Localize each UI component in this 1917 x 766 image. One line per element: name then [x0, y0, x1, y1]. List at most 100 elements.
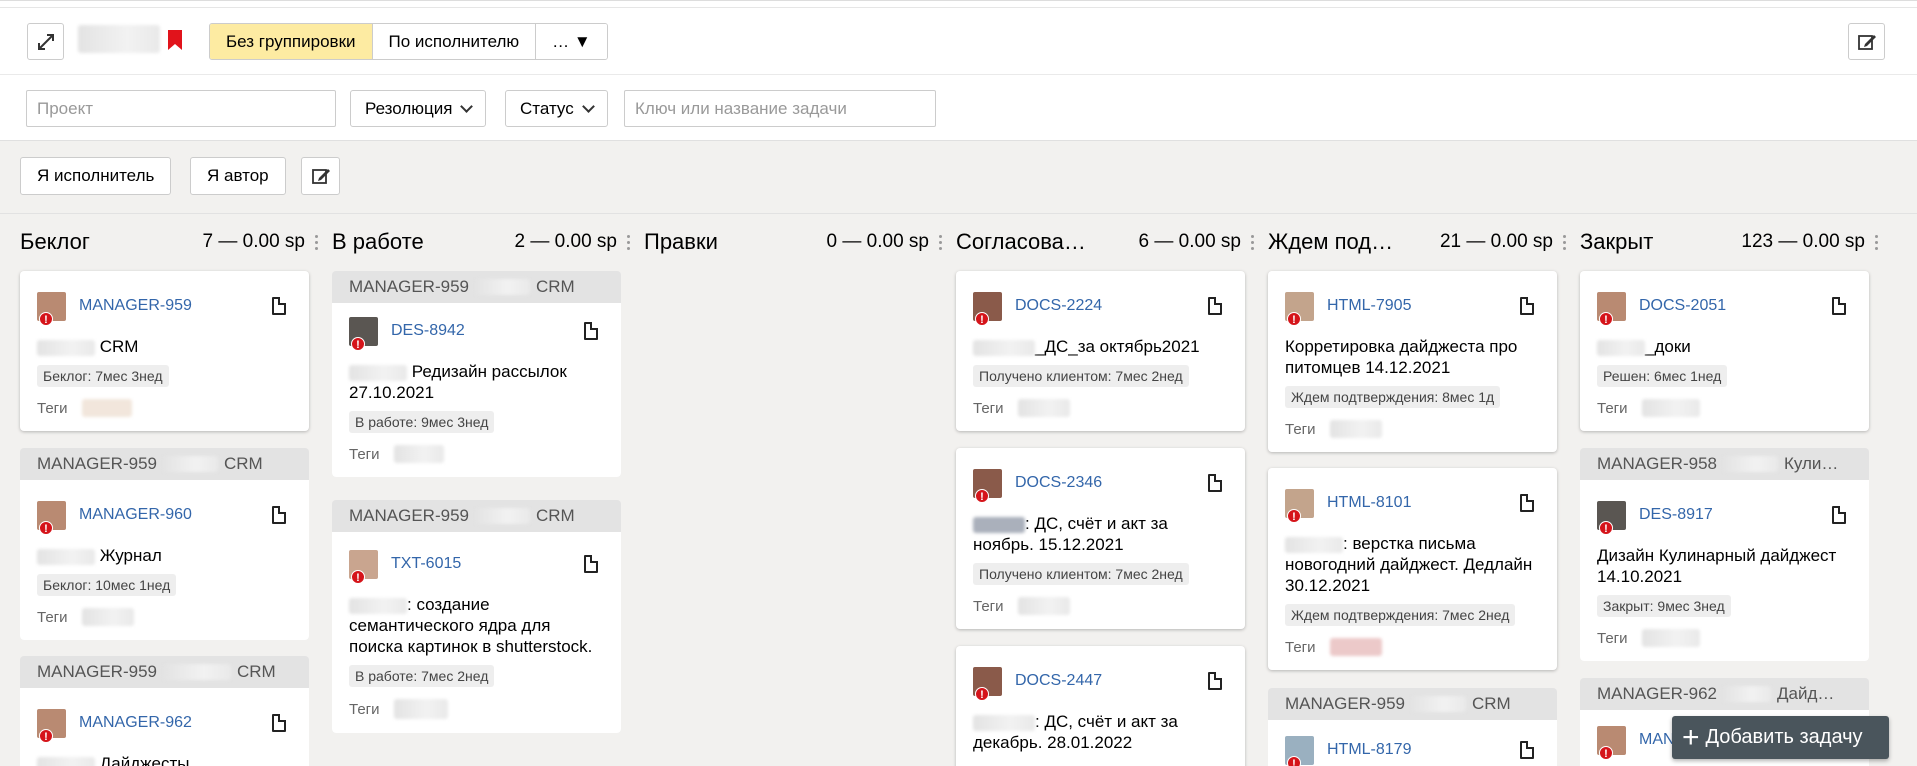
task-card[interactable]: ! HTML-8179 [1268, 720, 1557, 766]
task-card[interactable]: ! HTML-7905 Корретировка дайджеста про пи… [1268, 271, 1557, 452]
task-card[interactable]: ! TXT-6015 : создание семантического ядра… [332, 532, 621, 733]
document-icon[interactable] [1520, 494, 1534, 512]
task-card[interactable]: ! DOCS-2447 : ДС, счёт и акт за декабрь. … [956, 646, 1245, 766]
task-key[interactable]: DOCS-2346 [1015, 474, 1208, 492]
alert-icon: ! [351, 336, 365, 351]
document-icon[interactable] [1208, 672, 1222, 690]
more-vertical-icon[interactable] [315, 234, 318, 250]
task-card[interactable]: ! DOCS-2051 _доки Решен: 6мес 1нед Теги [1580, 271, 1869, 431]
tab-by-assignee[interactable]: По исполнителю [372, 24, 537, 59]
column-closed: Закрыт 123 — 0.00 sp ! DOCS-2051 _доки Ре… [1580, 214, 1892, 766]
group-header[interactable]: MANAGER-959 CRM [20, 656, 309, 688]
task-card[interactable]: ! DOCS-2224 _ДС_за октябрь2021 Получено к… [956, 271, 1245, 431]
group-card: MANAGER-959 CRM ! DES-8942 Редизайн рассыл… [332, 271, 621, 477]
alert-icon: ! [975, 488, 989, 503]
document-icon[interactable] [1520, 297, 1534, 315]
alert-icon: ! [1599, 520, 1613, 535]
bookmark-icon[interactable] [167, 29, 183, 51]
plus-icon: + [1682, 720, 1700, 754]
avatar: ! [349, 549, 378, 584]
group-header[interactable]: MANAGER-959 CRM [20, 448, 309, 480]
filter-bar: Проект Резолюция Статус Ключ или названи… [0, 74, 1917, 141]
tags-row: Теги [956, 387, 1245, 431]
top-toolbar: Без группировки По исполнителю … ▼ [0, 0, 1917, 74]
tags-row: Теги [20, 596, 309, 640]
column-count: 6 — 0.00 sp [1138, 231, 1241, 252]
group-header[interactable]: MANAGER-959 CRM [1268, 688, 1557, 720]
avatar: ! [973, 468, 1002, 503]
task-card[interactable]: ! MANAGER-960 Журнал Беклог: 10мес 1нед Т… [20, 480, 309, 640]
group-header[interactable]: MANAGER-962 Дайд… [1580, 678, 1869, 710]
alert-icon: ! [1287, 755, 1301, 766]
add-task-button[interactable]: + Добавить задачу [1672, 716, 1889, 759]
avatar: ! [1597, 291, 1626, 326]
task-key[interactable]: MANAGER-959 [79, 297, 272, 315]
task-key[interactable]: DOCS-2447 [1015, 672, 1208, 690]
document-icon[interactable] [1832, 297, 1846, 315]
edit-icon[interactable] [301, 157, 340, 195]
task-key[interactable]: DOCS-2051 [1639, 297, 1832, 315]
tags-row: Теги [1580, 387, 1869, 431]
avatar: ! [973, 291, 1002, 326]
status-badge: Получено клиентом: 7мес 2нед [973, 563, 1189, 585]
column-approval: Согласова… 6 — 0.00 sp ! DOCS-2224 _ДС_за… [956, 214, 1268, 766]
status-badge: В работе: 7мес 2нед [349, 665, 495, 687]
document-icon[interactable] [584, 555, 598, 573]
task-key[interactable]: HTML-8179 [1327, 741, 1520, 759]
expand-arrows-icon[interactable] [27, 23, 64, 60]
document-icon[interactable] [584, 322, 598, 340]
document-icon[interactable] [1520, 741, 1534, 759]
task-key[interactable]: HTML-8101 [1327, 494, 1520, 512]
task-card[interactable]: ! DES-8917 Дизайн Кулинарный дайджест 14.… [1580, 480, 1869, 661]
more-vertical-icon[interactable] [939, 234, 942, 250]
document-icon[interactable] [1832, 506, 1846, 524]
tags-row: Теги [332, 687, 621, 733]
document-icon[interactable] [272, 714, 286, 732]
search-input[interactable]: Ключ или название задачи [624, 90, 936, 127]
document-icon[interactable] [1208, 297, 1222, 315]
document-icon[interactable] [1208, 474, 1222, 492]
task-key[interactable]: MANAGER-960 [79, 506, 272, 524]
task-key[interactable]: DOCS-2224 [1015, 297, 1208, 315]
group-header[interactable]: MANAGER-959 CRM [332, 271, 621, 303]
group-header[interactable]: MANAGER-958 Кули… [1580, 448, 1869, 480]
column-backlog: Беклог 7 — 0.00 sp ! MANAGER-959 CRM Бекл… [20, 214, 332, 766]
edit-icon[interactable] [1848, 23, 1885, 60]
task-card[interactable]: ! MANAGER-959 CRM Беклог: 7мес 3нед Теги [20, 271, 309, 431]
task-key[interactable]: HTML-7905 [1327, 297, 1520, 315]
task-card[interactable]: ! DES-8942 Редизайн рассылок 27.10.2021 В… [332, 303, 621, 477]
group-card: MANAGER-959 CRM ! HTML-8179 [1268, 688, 1557, 766]
more-vertical-icon[interactable] [1875, 234, 1878, 250]
more-vertical-icon[interactable] [1251, 234, 1254, 250]
document-icon[interactable] [272, 297, 286, 315]
alert-icon: ! [1287, 508, 1301, 523]
task-key[interactable]: DES-8942 [391, 322, 584, 340]
author-me-button[interactable]: Я автор [190, 157, 286, 195]
alert-icon: ! [1599, 311, 1613, 326]
task-card[interactable]: ! DOCS-2346 : ДС, счёт и акт за ноябрь. 1… [956, 448, 1245, 629]
task-title: Дизайн Кулинарный дайджест 14.10.2021 [1597, 546, 1837, 586]
task-key[interactable]: TXT-6015 [391, 555, 584, 573]
column-title: Ждем под… [1268, 229, 1394, 254]
board-name [78, 25, 160, 53]
alert-icon: ! [351, 569, 365, 584]
more-vertical-icon[interactable] [1563, 234, 1566, 250]
column-count: 2 — 0.00 sp [514, 231, 617, 252]
task-key[interactable]: MANAGER-962 [79, 714, 272, 732]
resolution-dropdown[interactable]: Резолюция [350, 90, 487, 127]
assignee-me-button[interactable]: Я исполнитель [20, 157, 172, 195]
tab-more-dropdown[interactable]: … ▼ [536, 24, 607, 59]
status-dropdown[interactable]: Статус [505, 90, 608, 127]
more-vertical-icon[interactable] [627, 234, 630, 250]
task-title: : ДС, счёт и акт за декабрь. 28.01.2022 [973, 712, 1178, 752]
task-card[interactable]: ! HTML-8101 : верстка письма новогодний д… [1268, 468, 1557, 670]
task-key[interactable]: DES-8917 [1639, 506, 1832, 524]
group-header[interactable]: MANAGER-959 CRM [332, 500, 621, 532]
avatar: ! [37, 291, 66, 326]
alert-icon: ! [975, 311, 989, 326]
tab-no-grouping[interactable]: Без группировки [210, 24, 373, 59]
project-input[interactable]: Проект [26, 90, 336, 127]
task-card[interactable]: ! MANAGER-962 Дайджесты [20, 688, 309, 766]
task-title: : верстка письма новогодний дайджест. Де… [1285, 534, 1533, 595]
document-icon[interactable] [272, 506, 286, 524]
